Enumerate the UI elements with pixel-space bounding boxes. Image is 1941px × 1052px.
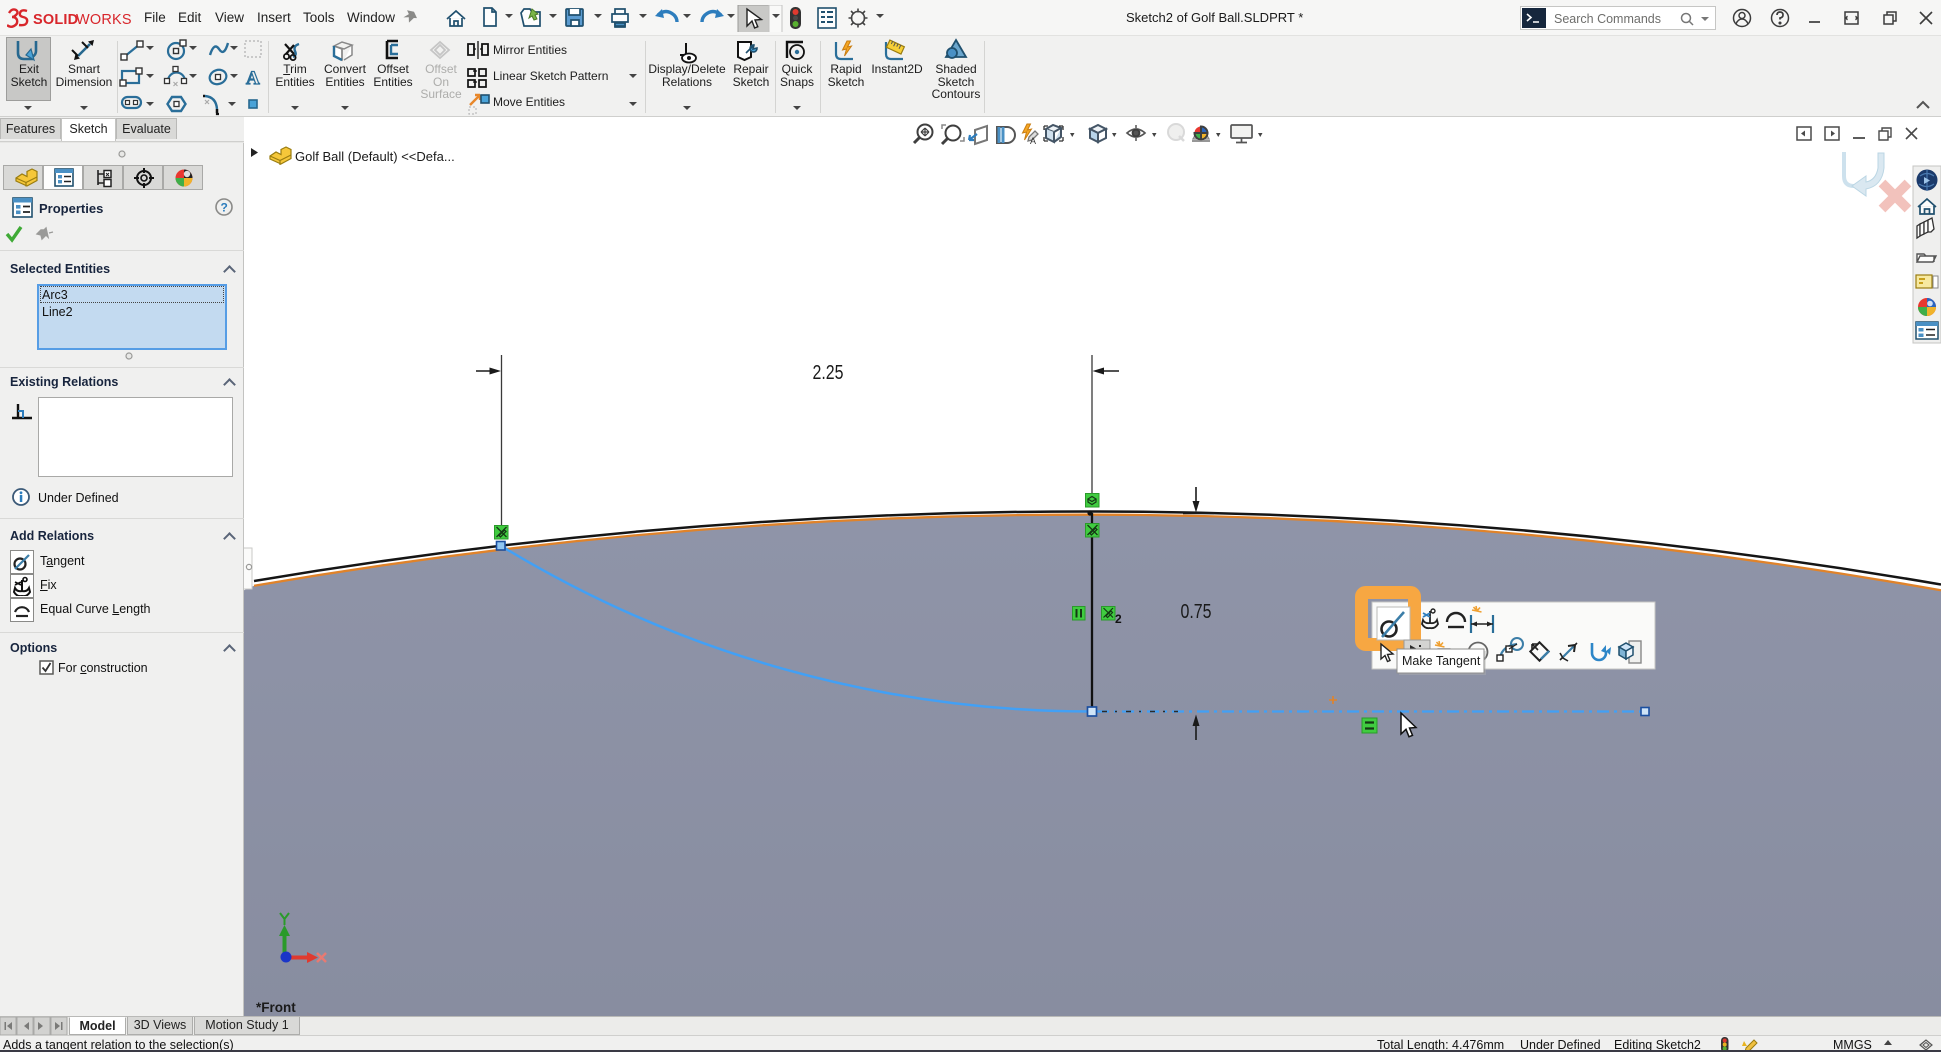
svg-text:2.25: 2.25 <box>813 362 844 384</box>
svg-text:Golf Ball (Default) <<Defa...: Golf Ball (Default) <<Defa... <box>295 149 455 164</box>
svg-text:0.75: 0.75 <box>1181 601 1212 623</box>
svg-text:SOLID: SOLID <box>33 12 78 28</box>
svg-text:WORKS: WORKS <box>76 12 132 28</box>
svg-text:A: A <box>1030 136 1036 146</box>
svg-text:A: A <box>246 68 260 89</box>
svg-text:Make Tangent: Make Tangent <box>1402 654 1481 668</box>
svg-text:*Front: *Front <box>256 1000 296 1015</box>
svg-text:2: 2 <box>1115 612 1122 626</box>
svg-text:?: ? <box>221 201 228 215</box>
